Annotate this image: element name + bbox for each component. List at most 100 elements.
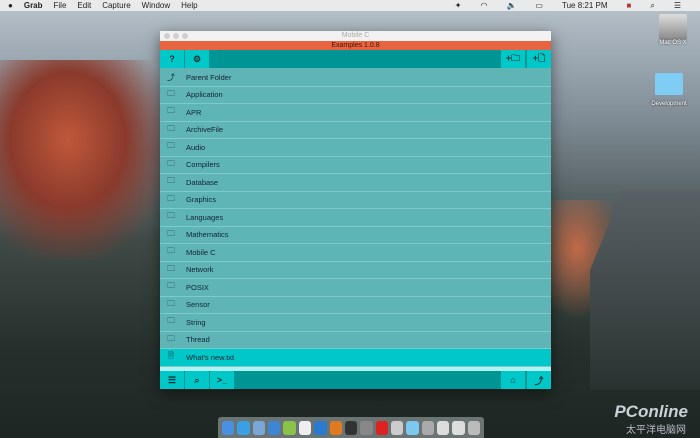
list-item[interactable]: 🗀 POSIX — [160, 279, 551, 297]
home-button[interactable]: ⌂ — [501, 371, 525, 389]
folder-icon: 🗀 — [167, 123, 175, 133]
folder-icon: 🗀 — [167, 141, 175, 151]
folder-icon — [655, 73, 683, 95]
disk-label: Mac OS X — [659, 40, 687, 46]
list-item[interactable]: 🗀 Network — [160, 261, 551, 279]
apple-icon[interactable]: ● — [8, 1, 13, 10]
window-title: Mobile C — [341, 32, 370, 39]
up-button[interactable]: ⤴ — [527, 371, 551, 389]
list-item-label: Application — [186, 90, 223, 100]
battery-icon[interactable]: ▭ — [535, 1, 543, 10]
minimize-button[interactable] — [173, 33, 179, 39]
menu-edit[interactable]: Edit — [77, 1, 91, 10]
list-item-label: Mathematics — [186, 230, 229, 240]
list-item[interactable]: 🗀 Languages — [160, 209, 551, 227]
list-item[interactable]: 🗀 Mobile C — [160, 244, 551, 262]
folder-icon: 🗀 — [167, 298, 175, 308]
menu-window[interactable]: Window — [142, 1, 170, 10]
volume-icon[interactable]: 🔈 — [506, 1, 516, 10]
folder-icon: 🗀 — [167, 193, 175, 203]
dock-app-icon[interactable] — [467, 420, 481, 435]
header-subtitle: Examples 1.0.8 — [160, 41, 551, 50]
desktop-disk[interactable]: Mac OS X — [648, 14, 698, 46]
dock-app-icon[interactable] — [437, 420, 450, 435]
app-window: Mobile C Examples 1.0.8 ? ⚙ +🗀 +🗋 ⤴ Paren… — [160, 31, 551, 389]
list-item-label: Sensor — [186, 300, 210, 310]
dock-app-icon[interactable] — [421, 420, 435, 435]
new-folder-button[interactable]: +🗀 — [501, 50, 525, 68]
list-item-label: Parent Folder — [186, 72, 232, 82]
list-item-label: Graphics — [186, 195, 217, 205]
dropbox-icon[interactable]: ✦ — [455, 1, 462, 10]
list-item-label: Thread — [186, 335, 210, 345]
list-item[interactable]: 🗀 Mathematics — [160, 226, 551, 244]
folder-icon: 🗀 — [167, 106, 175, 116]
new-file-button[interactable]: +🗋 — [527, 50, 551, 68]
flag-icon[interactable]: ■ — [627, 1, 632, 10]
dock-app-icon[interactable] — [406, 420, 419, 435]
list-item[interactable]: 🗀 Thread — [160, 331, 551, 349]
wifi-icon[interactable]: ◠ — [480, 1, 487, 10]
folder-icon: 🗀 — [167, 176, 175, 186]
menu-file[interactable]: File — [54, 1, 67, 10]
dock-app-icon[interactable] — [344, 420, 358, 435]
list-item[interactable]: 🗀 Graphics — [160, 191, 551, 209]
list-item[interactable]: 🗀 String — [160, 314, 551, 332]
search-button[interactable]: ⌕ — [185, 371, 209, 389]
terminal-button[interactable]: >_ — [210, 371, 234, 389]
dock-app-icon[interactable] — [252, 420, 266, 435]
top-toolbar: ? ⚙ +🗀 +🗋 — [160, 50, 551, 68]
menu-capture[interactable]: Capture — [102, 1, 130, 10]
parent-folder-icon: ⤴ — [167, 72, 175, 82]
dock-app-icon[interactable] — [298, 420, 312, 435]
close-button[interactable] — [164, 33, 170, 39]
menu-app[interactable]: Grab — [24, 1, 43, 10]
list-item[interactable]: ⤴ Parent Folder — [160, 69, 551, 87]
help-button[interactable]: ? — [160, 50, 184, 68]
file-icon: 🗎 — [167, 351, 175, 361]
dock-app-icon[interactable] — [222, 420, 235, 435]
list-item-label: Database — [186, 177, 219, 187]
file-list: ⤴ Parent Folder 🗀 Application 🗀 APR 🗀 ArchiveFi… — [160, 68, 551, 367]
settings-button[interactable]: ⚙ — [185, 50, 209, 68]
list-item-label: What's new.txt — [186, 352, 235, 362]
list-item-label: ArchiveFile — [186, 125, 224, 135]
notification-icon[interactable]: ☰ — [674, 1, 681, 10]
dock-app-icon[interactable] — [283, 420, 296, 435]
dock — [218, 417, 484, 438]
folder-icon: 🗀 — [167, 281, 175, 291]
list-item-label: Compilers — [186, 160, 220, 170]
clock[interactable]: Tue 8:21 PM — [562, 1, 608, 10]
list-item-label: String — [186, 317, 206, 327]
list-item[interactable]: 🗀 Application — [160, 86, 551, 104]
dock-app-icon[interactable] — [390, 420, 404, 435]
bottom-toolbar: ☰ ⌕ >_ ⌂ ⤴ — [160, 371, 551, 389]
list-item-label: Languages — [186, 212, 224, 222]
dock-app-icon[interactable] — [314, 420, 327, 435]
dock-app-icon[interactable] — [329, 420, 342, 435]
watermark-sub: 太平洋电脑网 — [626, 425, 686, 436]
menu-help[interactable]: Help — [181, 1, 197, 10]
folder-label: Development — [651, 101, 687, 107]
folder-icon: 🗀 — [167, 211, 175, 221]
list-view-button[interactable]: ☰ — [160, 371, 184, 389]
dock-app-icon[interactable] — [452, 420, 465, 435]
list-item[interactable]: 🗀 Database — [160, 174, 551, 192]
dock-app-icon[interactable] — [375, 420, 388, 435]
list-item[interactable]: 🗀 Sensor — [160, 296, 551, 314]
list-item[interactable]: 🗀 APR — [160, 104, 551, 122]
spotlight-icon[interactable]: ⌕ — [650, 1, 654, 11]
zoom-button[interactable] — [182, 33, 188, 39]
dock-app-icon[interactable] — [360, 420, 373, 435]
dock-app-icon[interactable] — [268, 420, 281, 435]
dock-app-icon[interactable] — [237, 420, 250, 435]
folder-icon: 🗀 — [167, 228, 175, 238]
title-bar: Mobile C — [160, 31, 551, 41]
list-item[interactable]: 🗎 What's new.txt — [160, 349, 551, 367]
list-item[interactable]: 🗀 Compilers — [160, 156, 551, 174]
list-item[interactable]: 🗀 ArchiveFile — [160, 121, 551, 139]
list-item-label: Audio — [186, 142, 206, 152]
folder-icon: 🗀 — [167, 88, 175, 98]
list-item[interactable]: 🗀 Audio — [160, 139, 551, 157]
desktop-folder[interactable]: Development — [644, 73, 694, 107]
